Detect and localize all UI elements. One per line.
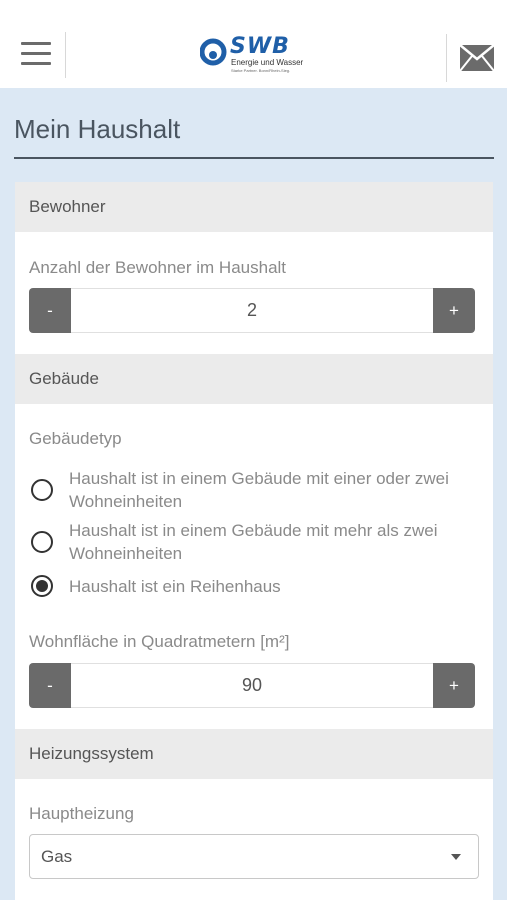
main-heating-label: Hauptheizung [29,804,134,823]
residents-count-value[interactable]: 2 [71,288,433,333]
title-divider [14,157,494,159]
building-type-option-label: Haushalt ist in einem Gebäude mit einer … [69,469,449,511]
hamburger-icon [21,42,51,45]
residents-count-label: Anzahl der Bewohner im Haushalt [29,258,287,277]
logo-subtagline: Starke Partner. Bonn/Rhein-Sieg. [231,68,291,73]
page-title: Mein Haushalt [14,114,181,144]
logo-tagline: Energie und Wasser [231,58,304,67]
mail-button[interactable] [446,34,507,82]
building-type-option-3[interactable]: Haushalt ist ein Reihenhaus [29,575,479,601]
building-type-option-label: Haushalt ist in einem Gebäude mit mehr a… [69,521,438,563]
living-area-increment-button[interactable]: + [433,663,475,708]
living-area-stepper: - 90 + [29,663,475,708]
logo-mark-icon [200,38,227,66]
radio-button[interactable] [31,531,53,553]
residents-increment-button[interactable]: + [433,288,475,333]
building-type-option-2[interactable]: Haushalt ist in einem Gebäude mit mehr a… [29,519,479,567]
building-type-option-label: Haushalt ist ein Reihenhaus [69,577,281,596]
living-area-decrement-button[interactable]: - [29,663,71,708]
household-form-card: Bewohner Anzahl der Bewohner im Haushalt… [15,182,493,900]
section-header-heizung: Heizungssystem [15,729,493,779]
hamburger-icon-bar [21,52,51,55]
hamburger-icon-bar [21,62,51,65]
app-header: SWB Energie und Wasser Starke Partner. B… [0,0,507,88]
building-type-label: Gebäudetyp [29,429,122,448]
residents-decrement-button[interactable]: - [29,288,71,333]
radio-button[interactable] [31,479,53,501]
main-heating-selected-value: Gas [41,847,73,866]
logo-brand-text: SWB [230,34,290,59]
section-header-gebaeude: Gebäude [15,354,493,404]
mail-icon [459,44,495,72]
chevron-down-icon [451,854,461,860]
radio-button-selected[interactable] [31,575,53,597]
swb-logo: SWB Energie und Wasser Starke Partner. B… [200,34,315,76]
residents-stepper: - 2 + [29,288,475,333]
main-heating-select[interactable]: Gas [29,834,479,879]
menu-button[interactable] [0,32,66,78]
living-area-value[interactable]: 90 [71,663,433,708]
building-type-option-1[interactable]: Haushalt ist in einem Gebäude mit einer … [29,467,479,515]
living-area-label: Wohnfläche in Quadratmetern [m²] [29,632,290,651]
section-header-bewohner: Bewohner [15,182,493,232]
